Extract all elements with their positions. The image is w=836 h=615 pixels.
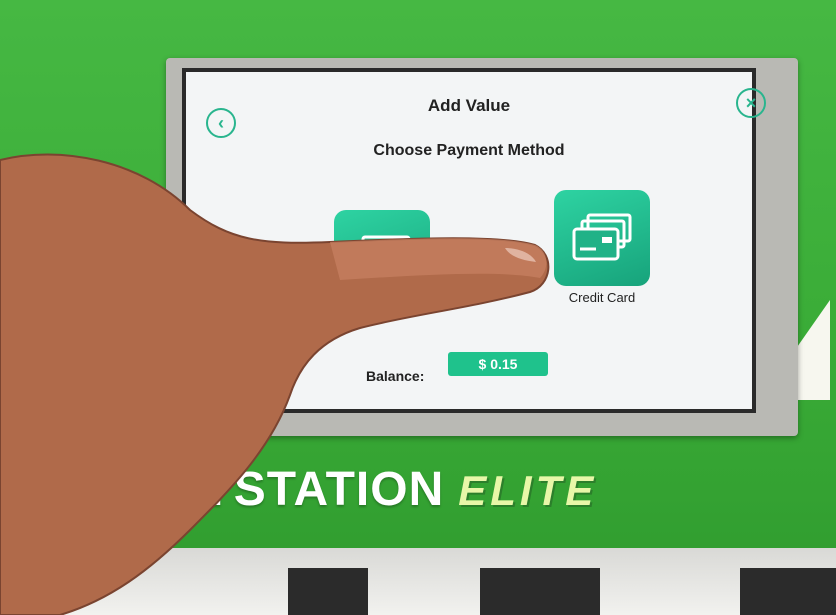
kiosk-slot [288,568,368,615]
page-title: Add Value [427,96,511,115]
brand-logo: PAYSTATION ELITE [140,462,597,532]
brand-tier: ELITE [458,467,598,514]
touch-screen: ‹ × Add Value Choose Payment Method Cred… [182,68,766,413]
kiosk-slot [740,568,836,615]
cash-icon [355,235,411,273]
credit-card-icon [572,213,632,261]
credit-card-button[interactable] [554,190,650,286]
cash-payment-button[interactable] [334,210,430,306]
credit-card-label: Credit Card [568,290,636,305]
balance-value: $ 0.15 [448,352,548,376]
page-subtitle: Choose Payment Method [373,142,565,159]
balance-label: Balance: [366,368,425,384]
kiosk-base [0,548,836,615]
brand-name: PAYSTATION [140,463,445,516]
kiosk-slot [480,568,600,615]
